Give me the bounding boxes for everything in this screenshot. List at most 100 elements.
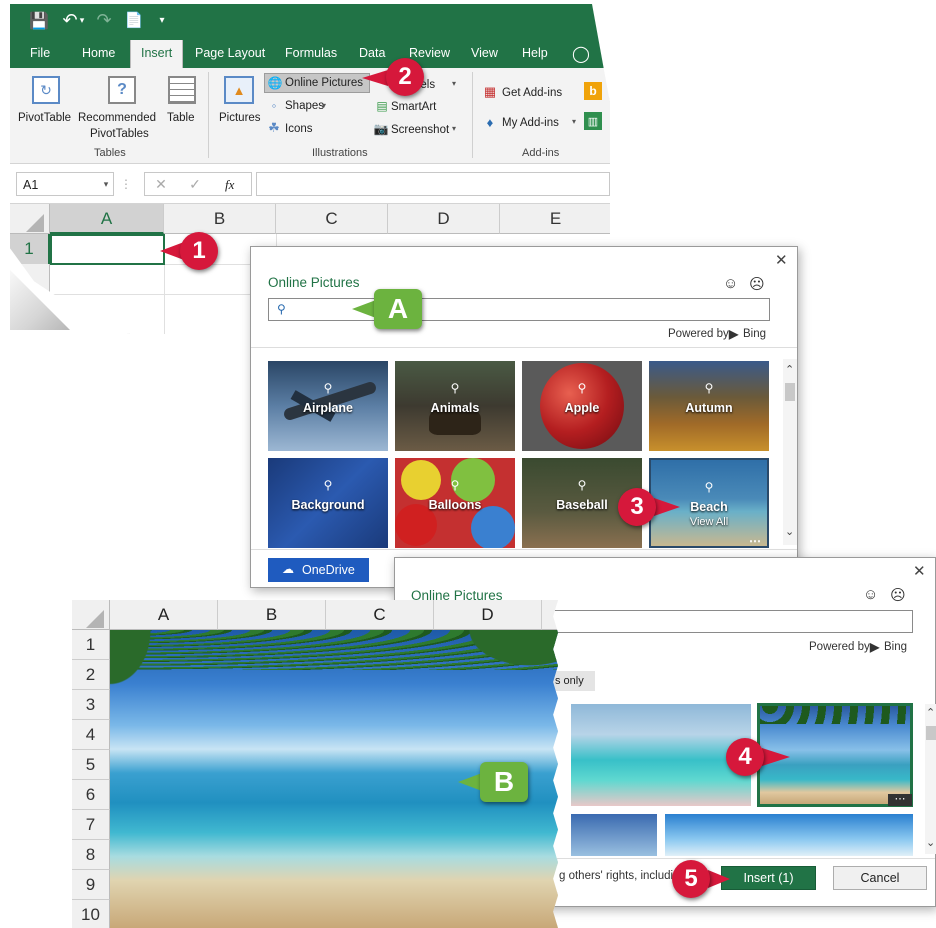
scroll-up-icon[interactable]: ⌃ [785,363,794,376]
column-header-d[interactable]: D [434,600,542,630]
tab-help[interactable]: Help [522,46,548,60]
save-icon[interactable]: 💾 [29,12,49,30]
my-addins-button[interactable]: My Add-ins [502,117,559,129]
result-image[interactable] [665,814,913,856]
smile-icon[interactable]: ☺ [723,275,738,292]
cancel-button[interactable]: Cancel [833,866,927,890]
recommended-pivottables-icon: ? [108,76,136,104]
people-graph-icon[interactable]: ▥ [584,112,602,130]
tab-view[interactable]: View [471,46,498,60]
row-header-7[interactable]: 7 [72,810,110,840]
row-header-4[interactable]: 4 [72,720,110,750]
smile-icon[interactable]: ☺ [863,586,878,603]
column-header-a[interactable]: A [50,204,164,234]
view-all-link[interactable]: View All [651,516,767,528]
tab-review[interactable]: Review [409,46,450,60]
scroll-down-icon[interactable]: ⌄ [926,836,935,849]
selected-cell-a1[interactable] [50,234,165,265]
insert-button[interactable]: Insert (1) [721,866,816,890]
undo-dropdown-icon[interactable]: ▾ [76,12,88,28]
new-document-icon[interactable]: 📄 [125,11,144,29]
smartart-button[interactable]: SmartArt [391,101,436,113]
tab-file[interactable]: File [30,46,50,60]
tab-insert[interactable]: Insert [130,40,184,68]
shapes-button[interactable]: Shapes [285,100,324,112]
scroll-thumb[interactable] [785,383,795,401]
customize-toolbar-icon[interactable]: ▾ [156,12,168,28]
enter-icon[interactable]: ✓ [187,176,203,192]
column-header-c[interactable]: C [326,600,434,630]
formula-input[interactable] [256,172,610,196]
pivottable-button[interactable]: PivotTable [18,112,71,124]
result-image[interactable] [571,704,751,806]
tile-airplane[interactable]: ⚲ Airplane [268,361,388,451]
tab-page-layout[interactable]: Page Layout [195,46,265,60]
row-header-10[interactable]: 10 [72,900,110,928]
frown-icon[interactable]: ☹ [749,275,765,293]
onedrive-button[interactable]: ☁ OneDrive [268,558,369,582]
more-options-icon[interactable]: ⋯ [888,794,912,806]
icons-button[interactable]: Icons [285,123,313,135]
shapes-dropdown-icon[interactable]: ▾ [320,99,328,111]
powered-by-label: Powered by [668,328,729,340]
name-box[interactable]: A1 ▾ [16,172,114,196]
my-addins-dropdown-icon[interactable]: ▾ [570,115,578,127]
get-addins-button[interactable]: Get Add-ins [502,87,562,99]
leaves-decor [410,630,558,700]
filter-chip-label: s only [555,675,584,687]
tile-apple[interactable]: ⚲ Apple [522,361,642,451]
tab-data[interactable]: Data [359,46,385,60]
row-header-1[interactable]: 1 [72,630,110,660]
tile-autumn[interactable]: ⚲ Autumn [649,361,769,451]
tab-formulas[interactable]: Formulas [285,46,337,60]
leaves-decor [760,706,910,724]
tile-balloons[interactable]: ⚲ Balloons [395,458,515,548]
column-header-b[interactable]: B [218,600,326,630]
scroll-thumb[interactable] [926,726,936,740]
screenshot-dropdown-icon[interactable]: ▾ [450,122,458,134]
column-header-e[interactable]: E [500,204,610,234]
scroll-up-icon[interactable]: ⌃ [926,706,935,719]
column-header-d[interactable]: D [388,204,500,234]
row-header-2[interactable]: 2 [72,660,110,690]
bing-addin-icon[interactable]: b [584,82,602,100]
online-pictures-button[interactable]: 🌐 Online Pictures [264,73,370,93]
insert-function-button[interactable]: fx [225,177,234,193]
tab-home[interactable]: Home [82,46,115,60]
scrollbar[interactable]: ⌃ ⌄ [783,359,797,545]
select-all-corner[interactable] [72,600,110,630]
table-button[interactable]: Table [167,112,195,124]
more-options-icon[interactable]: ⋯ [749,534,761,546]
cancel-icon[interactable]: ✕ [153,176,169,192]
column-header-b[interactable]: B [164,204,276,234]
scrollbar[interactable]: ⌃ ⌄ [925,704,936,854]
tile-background[interactable]: ⚲ Background [268,458,388,548]
close-icon[interactable]: ✕ [913,562,926,580]
chevron-down-icon[interactable]: ▾ [101,178,111,190]
filter-chip[interactable]: s only [551,671,595,691]
search-input[interactable]: ⚲ [268,298,770,321]
row-header-5[interactable]: 5 [72,750,110,780]
lightbulb-icon[interactable]: ◯ [572,44,590,64]
tile-label: Balloons [428,498,482,512]
scroll-down-icon[interactable]: ⌄ [785,525,794,538]
recommended-pivottables-button[interactable]: Recommended [78,112,156,124]
select-all-corner[interactable] [10,204,50,234]
column-header-a[interactable]: A [110,600,218,630]
result-image[interactable] [571,814,657,856]
tile-animals[interactable]: ⚲ Animals [395,361,515,451]
row-header-9[interactable]: 9 [72,870,110,900]
frown-icon[interactable]: ☹ [890,586,906,604]
row-header-3[interactable]: 3 [72,690,110,720]
row-header-6[interactable]: 6 [72,780,110,810]
tile-label: Animals [430,401,480,415]
redo-icon[interactable]: ↷ [94,10,114,30]
pictures-button[interactable]: Pictures [219,112,261,124]
row-header-8[interactable]: 8 [72,840,110,870]
column-header-c[interactable]: C [276,204,388,234]
screenshot-button[interactable]: Screenshot [391,124,449,136]
row-header-1[interactable]: 1 [10,234,50,264]
callout-b: B [480,762,528,802]
models-dropdown-icon[interactable]: ▾ [450,77,458,89]
close-icon[interactable]: ✕ [775,251,788,269]
